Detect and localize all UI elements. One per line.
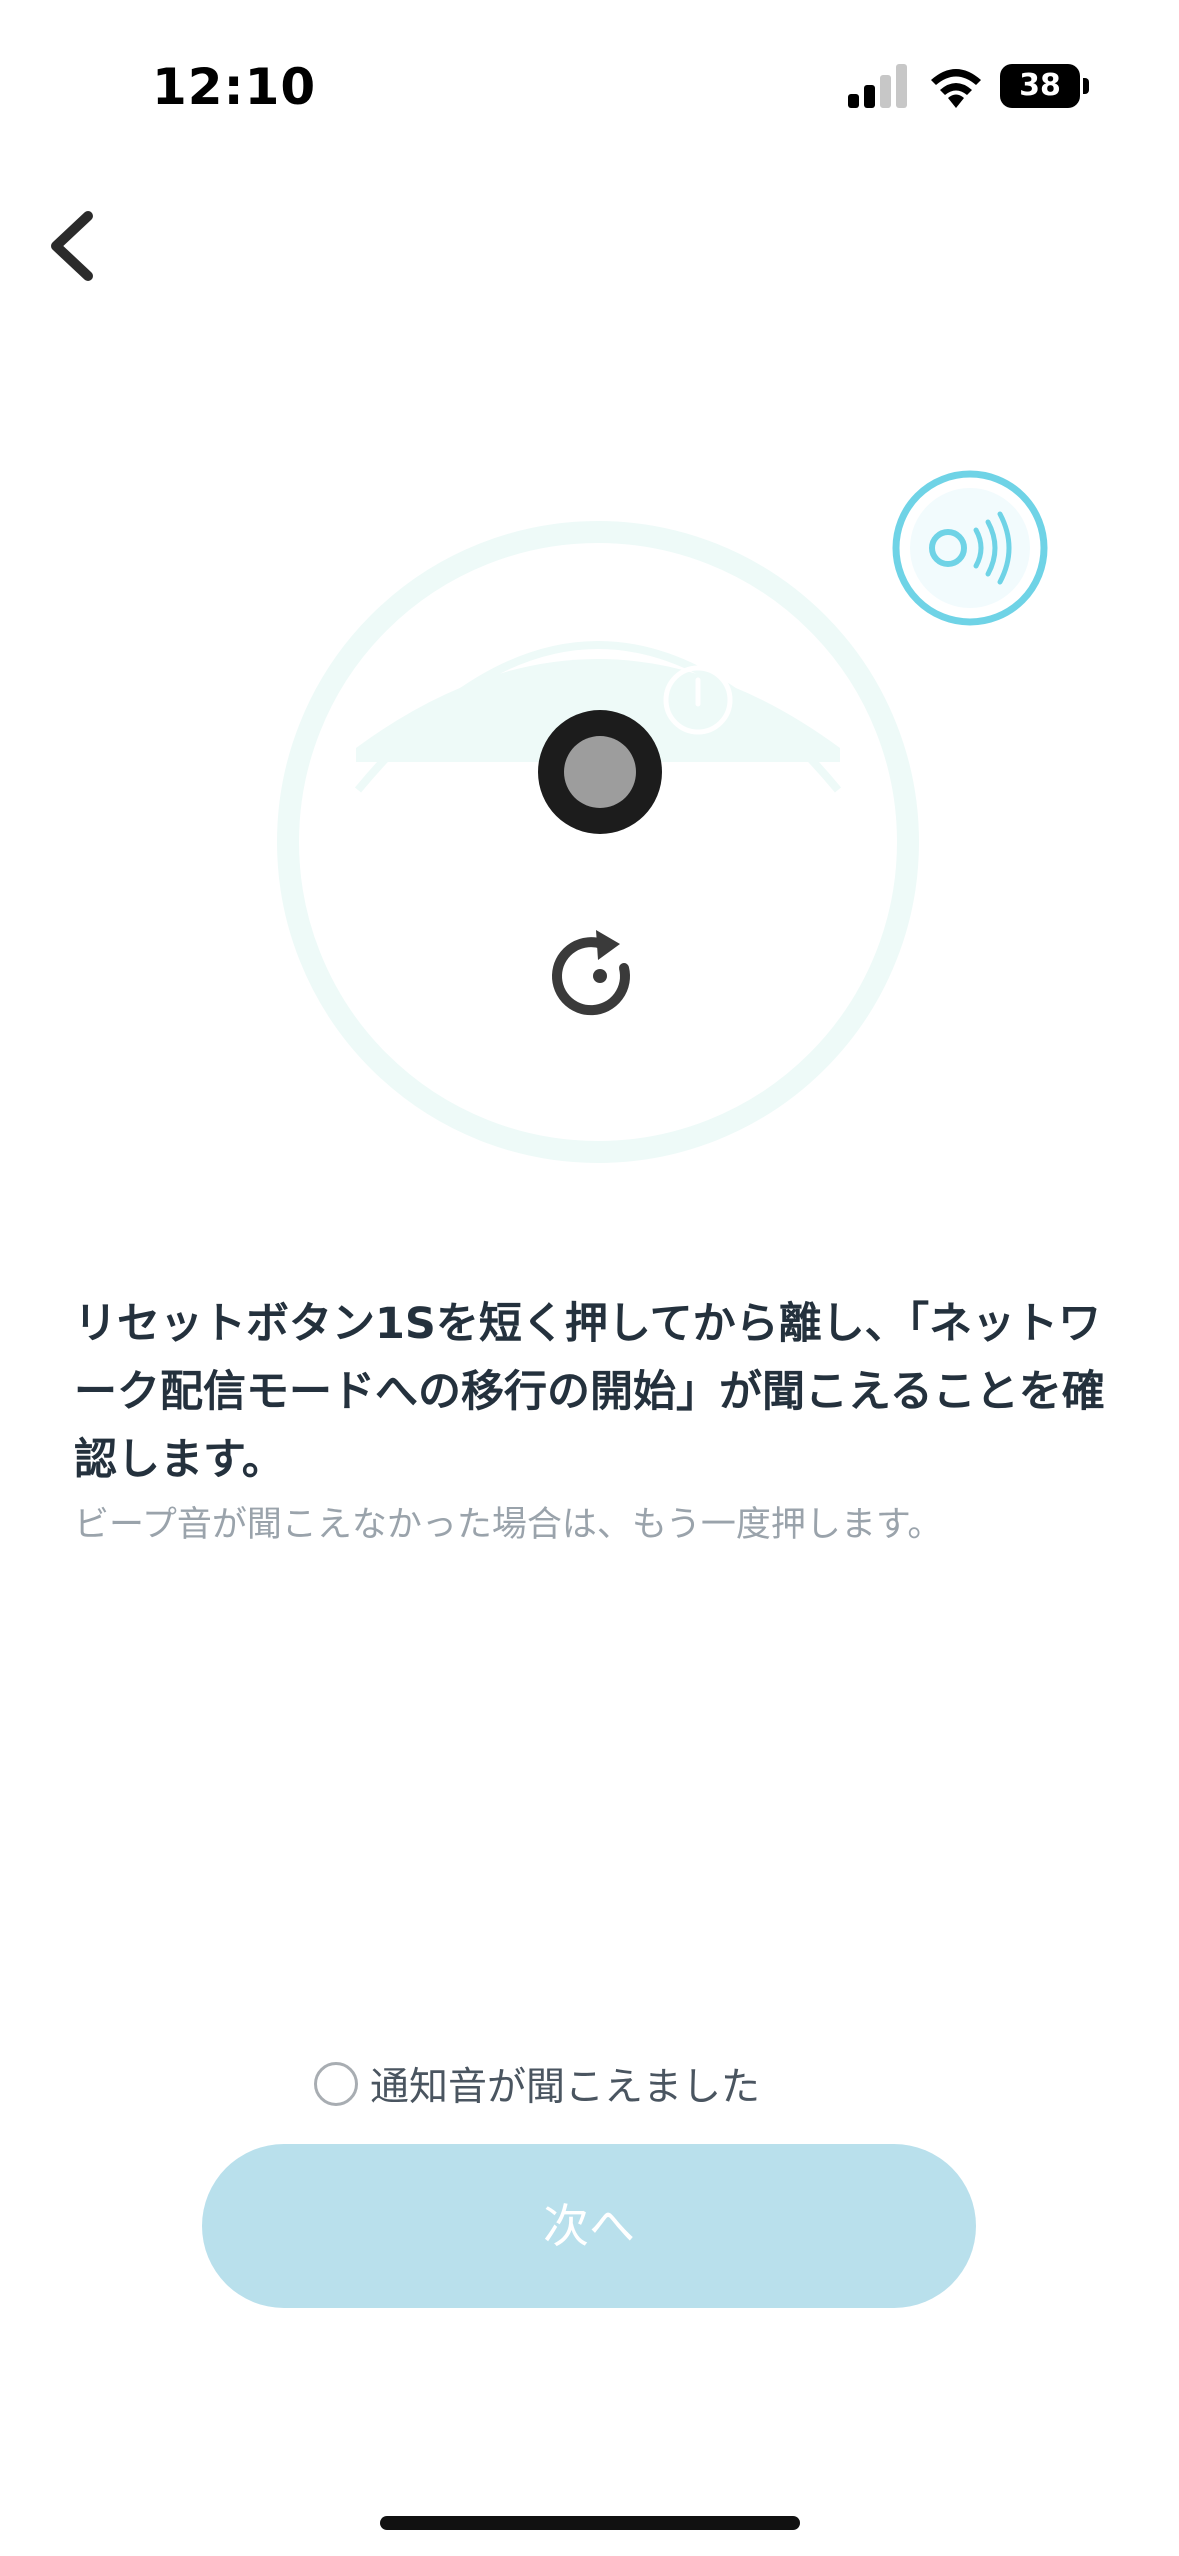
status-time: 12:10 [152,58,317,116]
chevron-left-icon [51,211,93,281]
reset-button-icon [538,710,662,834]
radio-icon[interactable] [314,2062,358,2106]
back-button[interactable] [30,200,110,290]
robot-vacuum-illustration [277,521,919,1163]
battery-cap [1083,78,1089,94]
home-indicator [380,2516,800,2530]
sound-heard-label: 通知音が聞こえました [370,2065,761,2110]
hint-text: ビープ音が聞こえなかった場合は、もう一度押します。 [74,1505,943,1545]
next-button[interactable]: 次へ [202,2144,976,2308]
wifi-icon [931,69,981,108]
status-bar: 12:10 38 [0,0,1179,175]
battery-icon: 38 [1000,64,1080,108]
instruction-text: リセットボタン1Sを短く押してから離し、「ネットワーク配信モードへの移行の開始」… [74,1299,1105,1485]
cellular-signal-icon [848,64,907,108]
rotate-icon [552,930,630,1016]
sound-heard-checkbox[interactable]: 通知音が聞こえました [314,2054,760,2114]
